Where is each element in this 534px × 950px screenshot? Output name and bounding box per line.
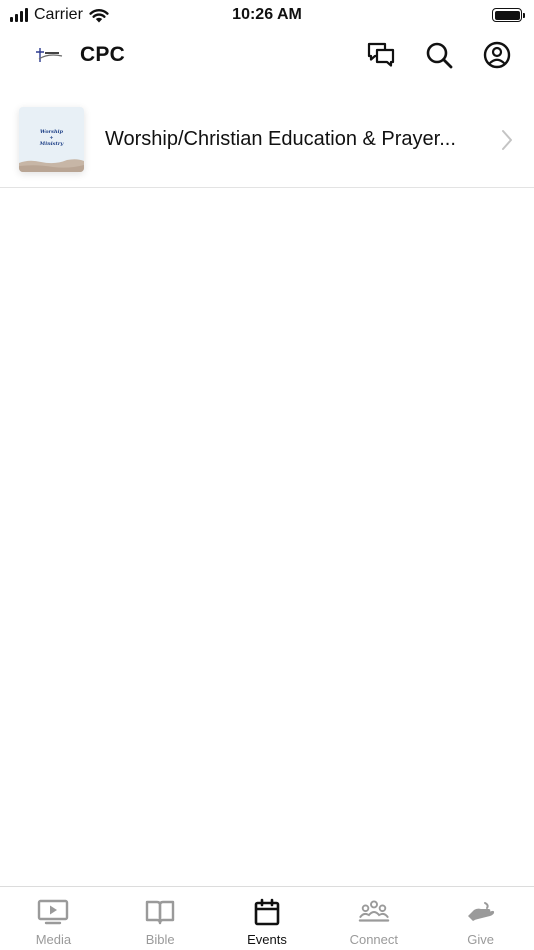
tab-bible[interactable]: Bible: [107, 887, 214, 950]
carrier-label: Carrier: [34, 6, 83, 23]
sand-graphic: [19, 159, 84, 172]
tab-label-media: Media: [35, 932, 72, 947]
tab-label-events: Events: [247, 932, 287, 947]
event-title: Worship/Christian Education & Prayer...: [105, 128, 456, 150]
status-left: Carrier: [10, 6, 109, 24]
search-button[interactable]: [424, 40, 454, 70]
give-hand-icon: [465, 898, 497, 926]
event-list-item[interactable]: Worship + Ministry Worship/Christian Edu…: [0, 92, 534, 188]
people-icon: [358, 898, 390, 926]
tab-media[interactable]: Media: [0, 887, 107, 950]
brand-logo-icon: [34, 45, 64, 65]
media-icon: [37, 898, 69, 926]
battery-icon: [492, 8, 525, 22]
brand-name: CPC: [80, 43, 125, 66]
bible-icon: [144, 898, 176, 926]
tab-label-connect: Connect: [349, 932, 398, 947]
tab-label-give: Give: [467, 932, 494, 947]
tab-events[interactable]: Events: [214, 887, 321, 950]
tab-label-bible: Bible: [145, 932, 175, 947]
profile-icon: [483, 41, 511, 69]
status-bar: Carrier 10:26 AM: [0, 0, 534, 30]
tab-connect[interactable]: Connect: [320, 887, 427, 950]
thumbnail-text: Worship + Ministry: [39, 129, 64, 147]
profile-button[interactable]: [482, 40, 512, 70]
tab-bar: Media Bible Events Connect Give: [0, 886, 534, 950]
chat-icon: [367, 42, 395, 67]
wifi-icon: [89, 8, 109, 22]
tab-give[interactable]: Give: [427, 887, 534, 950]
screen: Carrier 10:26 AM CPC Worship + Ministry …: [0, 0, 534, 950]
calendar-icon: [251, 898, 283, 926]
search-icon: [426, 42, 453, 69]
event-thumbnail: Worship + Ministry: [19, 107, 84, 172]
signal-icon: [10, 8, 28, 22]
header-actions: [366, 40, 512, 70]
chevron-right-icon: [502, 129, 512, 150]
messages-button[interactable]: [366, 40, 396, 70]
app-header: CPC: [0, 30, 534, 80]
